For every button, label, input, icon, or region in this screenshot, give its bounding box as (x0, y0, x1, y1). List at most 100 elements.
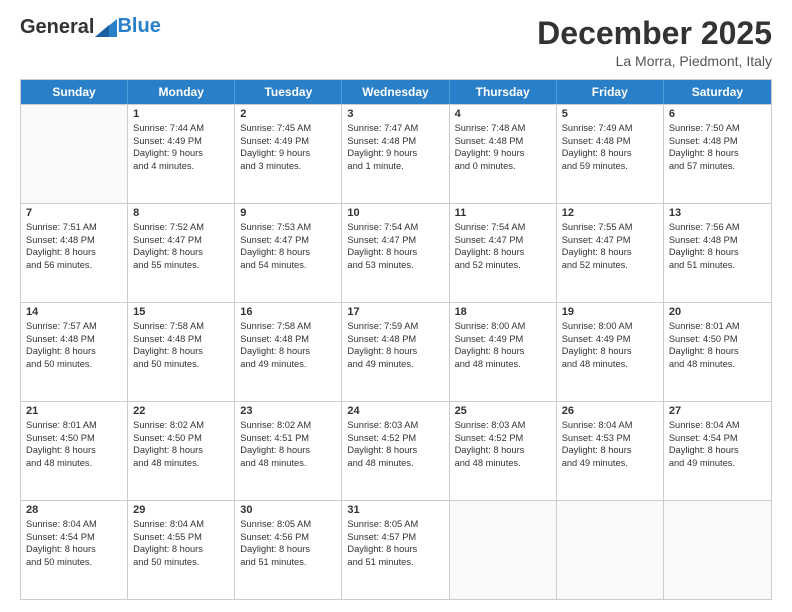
calendar-cell-4-2: 30Sunrise: 8:05 AMSunset: 4:56 PMDayligh… (235, 501, 342, 599)
day-number: 5 (562, 108, 658, 120)
sunset-line: Sunset: 4:49 PM (240, 135, 336, 148)
sunrise-line: Sunrise: 8:04 AM (26, 518, 122, 531)
daylight-line: Daylight: 8 hours (455, 246, 551, 259)
calendar-cell-2-0: 14Sunrise: 7:57 AMSunset: 4:48 PMDayligh… (21, 303, 128, 401)
calendar-cell-3-1: 22Sunrise: 8:02 AMSunset: 4:50 PMDayligh… (128, 402, 235, 500)
daylight-line: Daylight: 8 hours (347, 345, 443, 358)
daylight-line: Daylight: 8 hours (455, 345, 551, 358)
calendar-row-3: 21 Sunrise: 8:01 AM Sunset: 4:50 PM Dayligh… (21, 401, 771, 500)
calendar-cell-4-6 (664, 501, 771, 599)
sunrise-line: Sunrise: 8:04 AM (562, 419, 658, 432)
sunset-line: Sunset: 4:49 PM (455, 333, 551, 346)
sunset-line: Sunset: 4:52 PM (455, 432, 551, 445)
sunrise-line: Sunrise: 8:01 AM (26, 419, 122, 432)
calendar-body: 1Sunrise: 7:44 AMSunset: 4:49 PMDaylight… (21, 104, 771, 599)
sunset-line: Sunset: 4:48 PM (26, 333, 122, 346)
daylight-line: Daylight: 8 hours (26, 246, 122, 259)
day-number: 21 (26, 405, 122, 417)
calendar-cell-1-5: 12Sunrise: 7:55 AMSunset: 4:47 PMDayligh… (557, 204, 664, 302)
day-number: 17 (347, 306, 443, 318)
sunset-line: Sunset: 4:48 PM (669, 135, 766, 148)
sunset-line: Sunset: 4:48 PM (240, 333, 336, 346)
daylight-line: Daylight: 9 hours (133, 147, 229, 160)
day-number: 6 (669, 108, 766, 120)
daylight2-line: and 48 minutes. (669, 358, 766, 371)
sunrise-line: Sunrise: 7:58 AM (133, 320, 229, 333)
sunset-line: Sunset: 4:50 PM (133, 432, 229, 445)
calendar-cell-3-0: 21Sunrise: 8:01 AMSunset: 4:50 PMDayligh… (21, 402, 128, 500)
sunset-line: Sunset: 4:48 PM (562, 135, 658, 148)
daylight-line: Daylight: 8 hours (562, 246, 658, 259)
sunset-line: Sunset: 4:51 PM (240, 432, 336, 445)
calendar-cell-3-6: 27Sunrise: 8:04 AMSunset: 4:54 PMDayligh… (664, 402, 771, 500)
sunrise-line: Sunrise: 8:05 AM (240, 518, 336, 531)
daylight-line: Daylight: 8 hours (240, 246, 336, 259)
day-number: 11 (455, 207, 551, 219)
calendar: SundayMondayTuesdayWednesdayThursdayFrid… (20, 79, 772, 600)
sunset-line: Sunset: 4:52 PM (347, 432, 443, 445)
daylight2-line: and 50 minutes. (133, 556, 229, 569)
sunset-line: Sunset: 4:56 PM (240, 531, 336, 544)
daylight2-line: and 1 minute. (347, 160, 443, 173)
daylight-line: Daylight: 8 hours (562, 444, 658, 457)
calendar-title: December 2025 (537, 16, 772, 51)
day-number: 29 (133, 504, 229, 516)
sunrise-line: Sunrise: 8:00 AM (455, 320, 551, 333)
sunrise-line: Sunrise: 7:52 AM (133, 221, 229, 234)
daylight-line: Daylight: 8 hours (562, 147, 658, 160)
daylight-line: Daylight: 8 hours (562, 345, 658, 358)
day-number: 25 (455, 405, 551, 417)
daylight2-line: and 54 minutes. (240, 259, 336, 272)
sunrise-line: Sunrise: 7:56 AM (669, 221, 766, 234)
sunrise-line: Sunrise: 7:53 AM (240, 221, 336, 234)
daylight-line: Daylight: 8 hours (240, 543, 336, 556)
daylight2-line: and 51 minutes. (669, 259, 766, 272)
daylight2-line: and 51 minutes. (347, 556, 443, 569)
sunset-line: Sunset: 4:48 PM (347, 135, 443, 148)
sunrise-line: Sunrise: 8:03 AM (455, 419, 551, 432)
daylight2-line: and 48 minutes. (562, 358, 658, 371)
sunrise-line: Sunrise: 7:55 AM (562, 221, 658, 234)
calendar-cell-2-2: 16Sunrise: 7:58 AMSunset: 4:48 PMDayligh… (235, 303, 342, 401)
daylight2-line: and 48 minutes. (347, 457, 443, 470)
calendar-cell-2-1: 15Sunrise: 7:58 AMSunset: 4:48 PMDayligh… (128, 303, 235, 401)
header-day-thursday: Thursday (450, 80, 557, 104)
daylight-line: Daylight: 8 hours (669, 246, 766, 259)
day-number: 26 (562, 405, 658, 417)
logo-general: General (20, 16, 94, 38)
sunrise-line: Sunrise: 7:45 AM (240, 122, 336, 135)
daylight2-line: and 49 minutes. (562, 457, 658, 470)
calendar-cell-1-6: 13Sunrise: 7:56 AMSunset: 4:48 PMDayligh… (664, 204, 771, 302)
header-day-friday: Friday (557, 80, 664, 104)
daylight-line: Daylight: 8 hours (347, 543, 443, 556)
daylight2-line: and 56 minutes. (26, 259, 122, 272)
calendar-cell-0-4: 4Sunrise: 7:48 AMSunset: 4:48 PMDaylight… (450, 105, 557, 203)
daylight2-line: and 49 minutes. (347, 358, 443, 371)
daylight2-line: and 52 minutes. (455, 259, 551, 272)
sunrise-line: Sunrise: 7:47 AM (347, 122, 443, 135)
calendar-subtitle: La Morra, Piedmont, Italy (537, 53, 772, 69)
calendar-cell-2-3: 17Sunrise: 7:59 AMSunset: 4:48 PMDayligh… (342, 303, 449, 401)
daylight-line: Daylight: 8 hours (347, 246, 443, 259)
day-number: 3 (347, 108, 443, 120)
calendar-cell-0-0 (21, 105, 128, 203)
day-number: 28 (26, 504, 122, 516)
calendar-cell-4-0: 28Sunrise: 8:04 AMSunset: 4:54 PMDayligh… (21, 501, 128, 599)
logo-icon (95, 19, 117, 37)
sunset-line: Sunset: 4:57 PM (347, 531, 443, 544)
calendar-cell-3-4: 25Sunrise: 8:03 AMSunset: 4:52 PMDayligh… (450, 402, 557, 500)
sunset-line: Sunset: 4:49 PM (133, 135, 229, 148)
sunrise-line: Sunrise: 7:49 AM (562, 122, 658, 135)
daylight2-line: and 48 minutes. (455, 358, 551, 371)
daylight2-line: and 55 minutes. (133, 259, 229, 272)
sunrise-line: Sunrise: 7:54 AM (347, 221, 443, 234)
calendar-cell-0-2: 2Sunrise: 7:45 AMSunset: 4:49 PMDaylight… (235, 105, 342, 203)
daylight2-line: and 50 minutes. (133, 358, 229, 371)
daylight2-line: and 0 minutes. (455, 160, 551, 173)
daylight-line: Daylight: 8 hours (240, 444, 336, 457)
calendar-cell-2-5: 19Sunrise: 8:00 AMSunset: 4:49 PMDayligh… (557, 303, 664, 401)
calendar-cell-1-0: 7Sunrise: 7:51 AMSunset: 4:48 PMDaylight… (21, 204, 128, 302)
day-number: 1 (133, 108, 229, 120)
daylight-line: Daylight: 8 hours (26, 345, 122, 358)
logo-blue: Blue (117, 15, 160, 37)
